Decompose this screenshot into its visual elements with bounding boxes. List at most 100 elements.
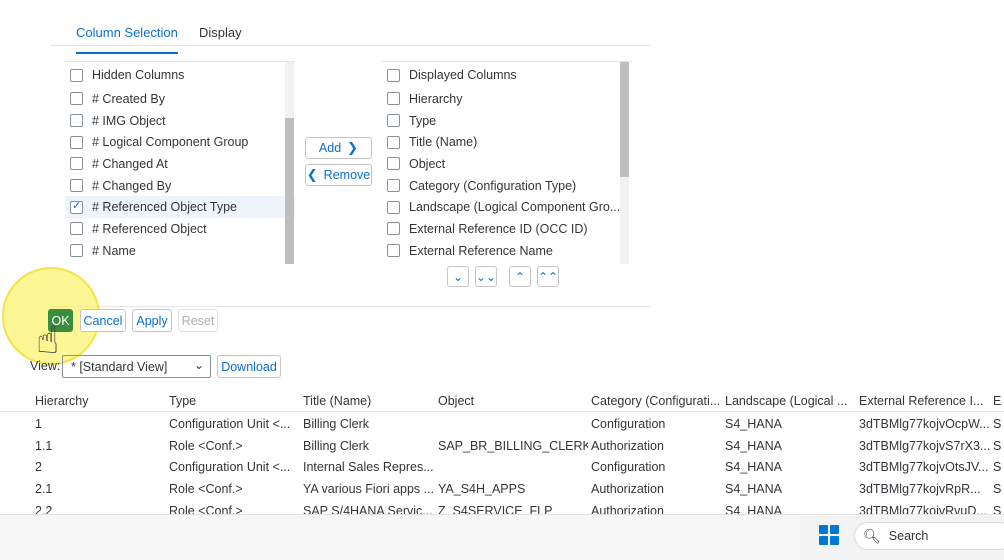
- column-header[interactable]: Category (Configurati...: [591, 388, 721, 414]
- column-header[interactable]: Object: [438, 388, 588, 414]
- displayed-columns-list: Displayed Columns Hierarchy Type Title (…: [382, 61, 632, 264]
- add-button[interactable]: Add ❯: [305, 137, 372, 159]
- list-item[interactable]: # Created By: [65, 88, 295, 110]
- list-item[interactable]: # Changed By: [65, 175, 295, 197]
- list-item[interactable]: Landscape (Logical Component Gro...: [382, 196, 632, 218]
- checkbox[interactable]: [387, 244, 400, 258]
- column-header[interactable]: Landscape (Logical ...: [725, 388, 855, 414]
- table-row[interactable]: 1 Configuration Unit <... Billing Clerk …: [0, 413, 1004, 435]
- column-header[interactable]: External Reference I...: [859, 388, 989, 414]
- chevron-right-icon: ❯: [347, 140, 359, 155]
- move-bottom-button[interactable]: ⌄⌄: [475, 266, 497, 287]
- list-item[interactable]: Category (Configuration Type): [382, 175, 632, 197]
- list-item[interactable]: External Reference ID (OCC ID): [382, 218, 632, 240]
- checkbox[interactable]: [387, 114, 400, 128]
- scrollbar-thumb[interactable]: [285, 118, 294, 264]
- list-item-label: Category (Configuration Type): [409, 178, 577, 193]
- list-item[interactable]: Title (Name): [382, 131, 632, 153]
- list-item-label: Hierarchy: [409, 91, 463, 106]
- table-row[interactable]: 1.1 Role <Conf.> Billing Clerk SAP_BR_BI…: [0, 435, 1004, 457]
- logo-tile: [819, 525, 828, 534]
- list-item[interactable]: # Logical Component Group: [65, 131, 295, 153]
- column-header[interactable]: Hierarchy: [35, 388, 165, 414]
- list-item-label: External Reference ID (OCC ID): [409, 221, 588, 236]
- displayed-columns-header[interactable]: Displayed Columns: [382, 62, 632, 88]
- download-button[interactable]: Download: [217, 355, 281, 378]
- hand-cursor-icon: ☝: [36, 320, 60, 362]
- checkbox[interactable]: [387, 222, 400, 236]
- chevron-down-icon: ⌄: [452, 269, 464, 284]
- displayed-columns-title: Displayed Columns: [409, 68, 517, 82]
- table-header: Hierarchy Type Title (Name) Object Categ…: [0, 385, 1004, 412]
- checkbox[interactable]: [70, 135, 83, 149]
- scrollbar-thumb[interactable]: [620, 62, 629, 177]
- cell: 2.1: [35, 481, 53, 496]
- checkbox[interactable]: [70, 222, 83, 236]
- hidden-columns-header[interactable]: Hidden Columns: [65, 62, 295, 88]
- cell: S4_HANA: [725, 416, 782, 431]
- reset-button[interactable]: Reset: [178, 309, 218, 332]
- list-item[interactable]: Type: [382, 110, 632, 132]
- move-down-button[interactable]: ⌄: [447, 266, 469, 287]
- select-all-hidden-checkbox[interactable]: [70, 68, 83, 82]
- displayed-list-scrollbar[interactable]: [620, 62, 629, 264]
- column-header[interactable]: Type: [169, 388, 299, 414]
- list-item-selected[interactable]: # Referenced Object Type: [65, 196, 295, 219]
- view-select-value: * [Standard View]: [71, 359, 168, 374]
- cell: S: [993, 438, 1002, 453]
- hidden-list-scrollbar[interactable]: [285, 62, 294, 264]
- view-select[interactable]: * [Standard View] ⌄: [62, 355, 211, 378]
- list-item-label: # Referenced Object: [92, 221, 207, 236]
- cell: Billing Clerk: [303, 416, 369, 431]
- checkbox[interactable]: [70, 157, 83, 171]
- checkbox[interactable]: [70, 114, 83, 128]
- cell: Internal Sales Repres...: [303, 460, 433, 475]
- apply-button[interactable]: Apply: [132, 309, 172, 332]
- move-up-button[interactable]: ⌃: [509, 266, 531, 287]
- tab-column-selection[interactable]: Column Selection: [76, 25, 178, 54]
- checkbox[interactable]: [70, 179, 83, 193]
- remove-button[interactable]: ❮ Remove: [305, 164, 372, 186]
- column-settings-page: Column Selection Display Hidden Columns …: [0, 0, 1004, 560]
- checkbox[interactable]: [387, 92, 400, 106]
- list-item[interactable]: External Reference Name: [382, 240, 632, 262]
- checkbox[interactable]: [387, 200, 400, 214]
- list-item-label: # Changed By: [92, 178, 172, 193]
- cell: 2: [35, 460, 42, 475]
- checkbox[interactable]: [70, 244, 83, 258]
- taskbar-search-label: Search: [888, 529, 929, 543]
- logo-tile: [819, 536, 828, 545]
- cell: 1.1: [35, 438, 53, 453]
- cell: [438, 456, 588, 478]
- list-item-label: # IMG Object: [92, 113, 166, 128]
- list-item[interactable]: Hierarchy: [382, 88, 632, 110]
- windows-start-icon[interactable]: [819, 525, 839, 545]
- list-item[interactable]: # Referenced Object: [65, 218, 295, 240]
- column-header[interactable]: Title (Name): [303, 388, 433, 414]
- table-row[interactable]: 2.1 Role <Conf.> YA various Fiori apps .…: [0, 478, 1004, 500]
- list-item[interactable]: # IMG Object: [65, 110, 295, 132]
- checkbox[interactable]: [70, 92, 83, 106]
- checkbox[interactable]: [387, 135, 400, 149]
- chevron-left-icon: ❮: [306, 167, 318, 182]
- tab-display[interactable]: Display: [199, 25, 242, 40]
- checkbox-checked[interactable]: [70, 199, 83, 214]
- table-row[interactable]: 2 Configuration Unit <... Internal Sales…: [0, 456, 1004, 478]
- search-icon: 🔍︎: [863, 527, 881, 544]
- list-item[interactable]: # Name: [65, 240, 295, 262]
- list-item-label: # Referenced Object Type: [92, 200, 237, 215]
- cell: SAP_BR_BILLING_CLERK: [438, 438, 588, 453]
- checkbox[interactable]: [387, 157, 400, 171]
- cancel-button[interactable]: Cancel: [80, 309, 126, 332]
- list-item[interactable]: # Changed At: [65, 153, 295, 175]
- double-chevron-down-icon: ⌄⌄: [475, 269, 497, 284]
- taskbar-search[interactable]: 🔍︎ Search: [854, 522, 1004, 550]
- hidden-columns-title: Hidden Columns: [92, 68, 185, 82]
- checkbox[interactable]: [387, 179, 400, 193]
- add-label: Add: [318, 141, 342, 155]
- column-header[interactable]: E: [993, 388, 1004, 414]
- move-top-button[interactable]: ⌃⌃: [537, 266, 559, 287]
- select-all-displayed-checkbox[interactable]: [387, 68, 400, 82]
- cell: Authorization: [591, 481, 664, 496]
- list-item[interactable]: Object: [382, 153, 632, 175]
